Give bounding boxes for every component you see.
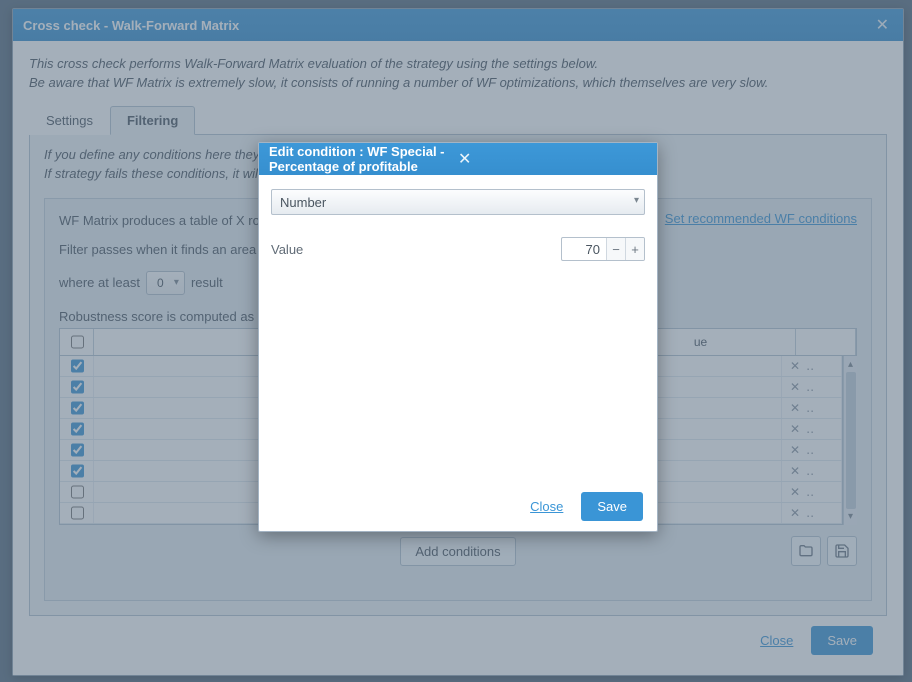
increment-button[interactable]: + <box>625 238 644 260</box>
modal-close-button[interactable]: Close <box>530 499 563 514</box>
modal-title-bar: Edit condition : WF Special - Percentage… <box>259 143 657 175</box>
decrement-button[interactable]: − <box>606 238 625 260</box>
value-label: Value <box>271 242 561 257</box>
modal-title: Edit condition : WF Special - Percentage… <box>269 144 458 174</box>
modal-close-icon[interactable]: ✕ <box>458 149 647 169</box>
value-input[interactable] <box>562 241 606 258</box>
modal-save-button[interactable]: Save <box>581 492 643 521</box>
value-spinner: − + <box>561 237 645 261</box>
condition-type-select[interactable]: Number <box>271 189 645 215</box>
edit-condition-modal: Edit condition : WF Special - Percentage… <box>258 142 658 532</box>
modal-footer: Close Save <box>259 482 657 531</box>
